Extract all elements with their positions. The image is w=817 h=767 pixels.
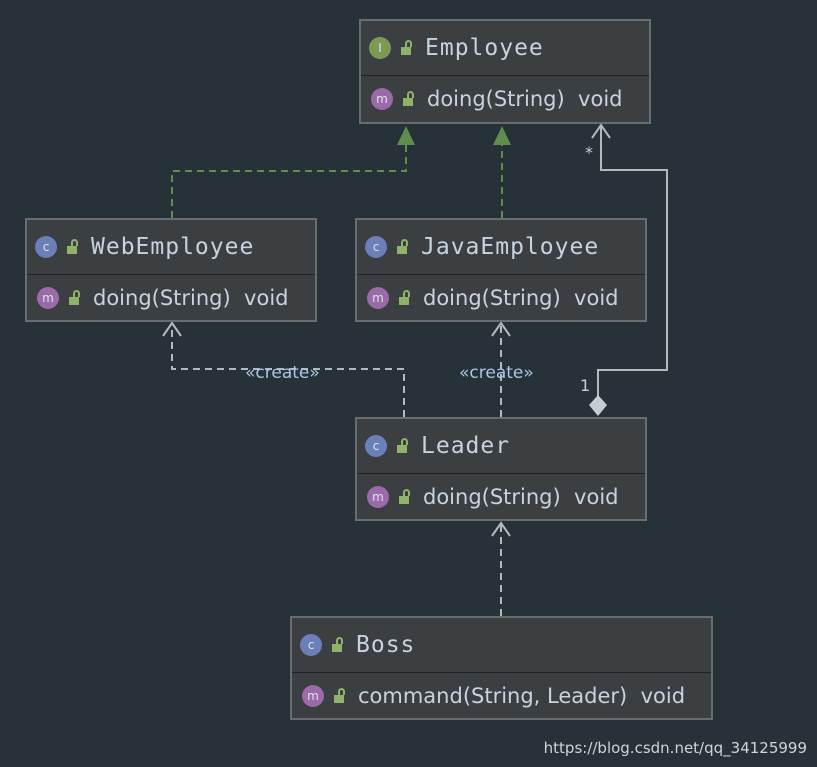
public-lock-icon xyxy=(67,239,78,254)
multiplicity-one: 1 xyxy=(580,376,591,395)
realization-web-employee xyxy=(171,145,407,218)
public-lock-icon xyxy=(401,40,412,55)
method-row: m doing(String) void xyxy=(357,474,645,520)
triangle-java xyxy=(493,126,511,145)
watermark: https://blog.csdn.net/qq_34125999 xyxy=(543,739,807,757)
interface-icon: I xyxy=(369,37,391,59)
uml-diagram: «create» «create» * 1 I Employee m doing(S… xyxy=(0,0,817,767)
method-signature: doing(String) void xyxy=(423,286,619,310)
public-lock-icon xyxy=(399,290,410,305)
method-icon: m xyxy=(371,88,393,110)
method-row: m doing(String) void xyxy=(361,76,649,122)
method-signature: doing(String) void xyxy=(93,286,289,310)
class-icon: c xyxy=(35,236,57,258)
class-header: c Leader xyxy=(357,419,645,474)
class-icon: c xyxy=(365,236,387,258)
method-row: m doing(String) void xyxy=(357,275,645,321)
public-lock-icon xyxy=(399,489,410,504)
class-boss[interactable]: c Boss m command(String, Leader) void xyxy=(290,616,713,720)
class-web-employee[interactable]: c WebEmployee m doing(String) void xyxy=(25,218,317,322)
public-lock-icon xyxy=(397,239,408,254)
class-name: Boss xyxy=(356,632,416,658)
class-leader[interactable]: c Leader m doing(String) void xyxy=(355,417,647,521)
class-name: JavaEmployee xyxy=(421,234,600,260)
class-employee[interactable]: I Employee m doing(String) void xyxy=(359,19,651,124)
method-signature: doing(String) void xyxy=(423,485,619,509)
class-name: Leader xyxy=(421,433,511,459)
create-label: «create» xyxy=(459,363,534,383)
method-row: m command(String, Leader) void xyxy=(292,673,711,719)
class-header: c Boss xyxy=(292,618,711,673)
class-name: Employee xyxy=(425,35,544,61)
method-signature: doing(String) void xyxy=(427,87,623,111)
public-lock-icon xyxy=(403,91,414,106)
class-header: I Employee xyxy=(361,21,649,76)
class-header: c WebEmployee xyxy=(27,220,315,275)
method-icon: m xyxy=(302,685,324,707)
method-icon: m xyxy=(367,486,389,508)
class-java-employee[interactable]: c JavaEmployee m doing(String) void xyxy=(355,218,647,322)
create-label: «create» xyxy=(245,363,320,383)
class-name: WebEmployee xyxy=(91,234,255,260)
method-row: m doing(String) void xyxy=(27,275,315,321)
public-lock-icon xyxy=(69,290,80,305)
triangle-web xyxy=(397,126,415,145)
public-lock-icon xyxy=(334,688,345,703)
multiplicity-many: * xyxy=(585,143,593,162)
method-icon: m xyxy=(367,287,389,309)
class-icon: c xyxy=(365,435,387,457)
class-header: c JavaEmployee xyxy=(357,220,645,275)
method-icon: m xyxy=(37,287,59,309)
public-lock-icon xyxy=(397,438,408,453)
method-signature: command(String, Leader) void xyxy=(358,684,686,708)
class-icon: c xyxy=(300,634,322,656)
public-lock-icon xyxy=(332,637,343,652)
aggregation-diamond xyxy=(589,395,607,416)
